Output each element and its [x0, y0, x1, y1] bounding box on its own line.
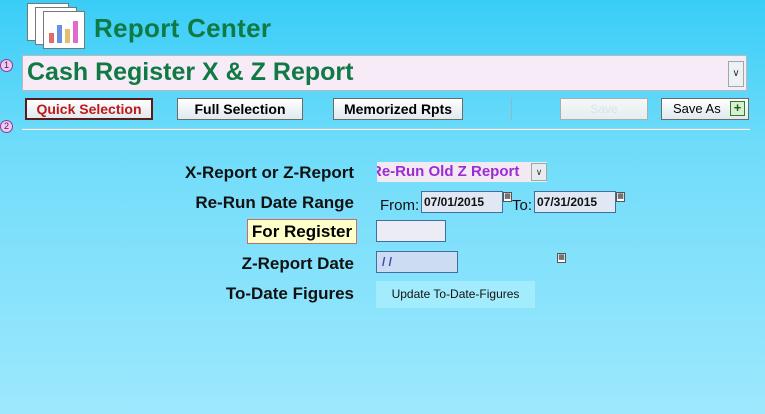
calendar-icon[interactable]: ▦ [503, 192, 512, 202]
register-field[interactable] [376, 220, 446, 242]
chevron-down-icon[interactable]: ∨ [728, 61, 744, 87]
report-selector[interactable]: Cash Register X & Z Report ∨ [22, 55, 747, 91]
section-divider [22, 128, 750, 130]
toolbar-divider [511, 98, 512, 120]
z-report-date-field[interactable]: / / [376, 251, 458, 273]
save-label: Save [590, 102, 618, 116]
save-as-label: Save As [673, 101, 721, 116]
step-2-badge: 2 [0, 120, 13, 133]
chart-icon [49, 19, 79, 43]
xz-report-value: Re-Run Old Z Report [377, 163, 520, 180]
xz-report-label: X-Report or Z-Report [184, 163, 354, 182]
chevron-down-icon[interactable]: ∨ [531, 163, 547, 181]
memorized-rpts-button[interactable]: Memorized Rpts [333, 98, 463, 120]
to-date-field[interactable]: 07/31/2015 [534, 191, 616, 213]
quick-selection-label: Quick Selection [36, 101, 142, 117]
save-button[interactable]: Save [560, 98, 648, 120]
for-register-label: For Register [247, 219, 357, 244]
z-report-date-label: Z-Report Date [241, 254, 354, 273]
app-title: Report Center [94, 13, 272, 43]
from-date-field[interactable]: 07/01/2015 [421, 191, 503, 213]
from-label: From: [380, 197, 420, 214]
report-center-logo [27, 3, 85, 49]
rerun-date-range-label: Re-Run Date Range [195, 193, 354, 212]
quick-selection-button[interactable]: Quick Selection [25, 98, 153, 120]
add-icon: + [730, 101, 745, 116]
calendar-icon[interactable]: ▦ [616, 192, 625, 202]
calendar-icon[interactable]: ▦ [557, 253, 566, 263]
save-as-button[interactable]: Save As + [661, 98, 749, 120]
memorized-rpts-label: Memorized Rpts [343, 101, 453, 117]
report-title: Cash Register X & Z Report [27, 58, 354, 86]
step-1-badge: 1 [0, 59, 13, 72]
to-date-figures-label: To-Date Figures [225, 284, 354, 303]
update-to-date-figures-button[interactable]: Update To-Date-Figures [376, 281, 535, 308]
full-selection-label: Full Selection [194, 101, 286, 117]
to-label: To: [512, 197, 533, 214]
xz-report-select[interactable]: Re-Run Old Z Report ∨ [377, 162, 547, 182]
full-selection-button[interactable]: Full Selection [177, 98, 303, 120]
